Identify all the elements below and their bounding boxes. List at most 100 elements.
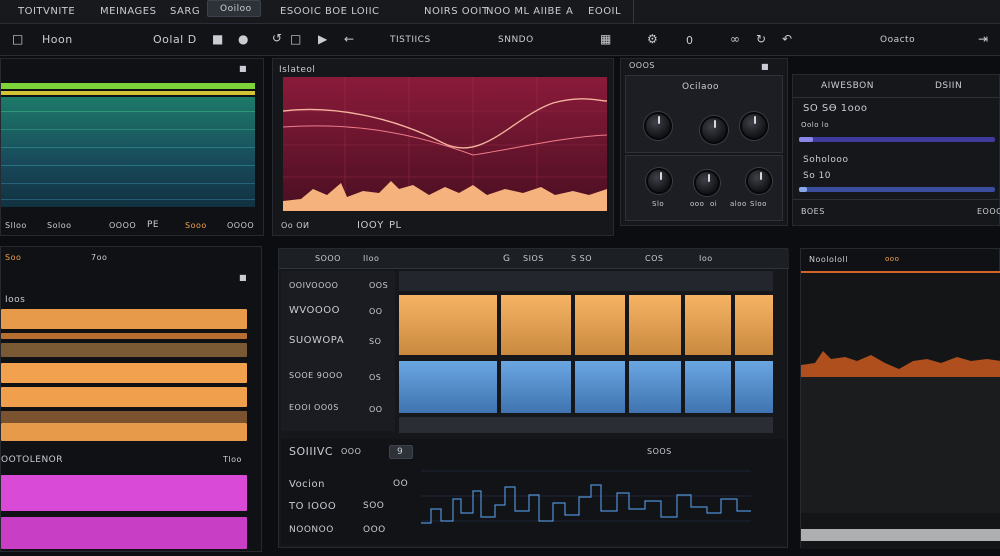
mixer-header-item[interactable]: SIOS — [523, 254, 544, 263]
back-icon[interactable]: ← — [344, 33, 354, 45]
mixer-header-item[interactable]: Ioo — [699, 254, 713, 263]
track-label[interactable]: OOIVOOOO — [289, 281, 338, 290]
track-value: SO — [369, 337, 382, 346]
stop-icon[interactable]: ■ — [212, 33, 223, 45]
spectrum-line — [1, 147, 255, 148]
track-label[interactable]: WVOOOO — [289, 305, 340, 316]
param-slider[interactable] — [799, 137, 995, 142]
clip-separator — [571, 295, 575, 415]
waveform-footer-mid: IOOΥ — [357, 220, 384, 231]
knobs-header: OOOS — [629, 61, 655, 70]
knobs-group-top: Ocilaoo — [625, 75, 783, 153]
knob-label: Sloo — [750, 200, 767, 208]
waveform-footer-right: PL — [389, 220, 402, 231]
record-icon[interactable]: ● — [238, 33, 248, 45]
lower-tag-label: 9 — [397, 447, 404, 457]
panel-menu-icon[interactable]: ■ — [761, 61, 769, 73]
track-value: OO — [369, 307, 383, 316]
menu-item-a[interactable]: A — [566, 6, 573, 17]
knob-2[interactable] — [700, 116, 728, 144]
menu-item-edit[interactable]: ESOOIC BOE LOIIC — [280, 6, 380, 17]
menu-item-help[interactable]: EOOIL — [588, 6, 621, 17]
param-slider[interactable] — [799, 187, 995, 192]
redo-icon[interactable]: ↻ — [756, 33, 766, 45]
param-label: SO SӨ 1ooo — [803, 103, 868, 114]
knob-1[interactable] — [644, 112, 672, 140]
exit-icon[interactable]: ⇥ — [978, 33, 988, 45]
mixer-header-item[interactable]: COS — [645, 254, 663, 263]
mixer-track-list: OOIVOOOO OOS WVOOOO OO SUOWOPA SO SOOE 9… — [281, 271, 395, 431]
spectrum-line — [1, 111, 255, 112]
meter-panel: Soo 7oo ■ Ioos OOTOLENOR Tloo — [0, 246, 262, 552]
param-slider-fill — [799, 137, 813, 142]
track-label[interactable]: SUOWOPA — [289, 335, 344, 346]
track-label[interactable]: SOOE 9OOO — [289, 371, 343, 380]
display-label[interactable]: Oolal D — [153, 33, 197, 46]
knob-3[interactable] — [740, 112, 768, 140]
analyzer-graph — [801, 273, 1000, 549]
knobs-title: Ocilaoo — [682, 82, 720, 92]
lower-bar-line — [421, 484, 751, 524]
lower-row-label: TO IOOO — [289, 501, 337, 512]
clip-separator — [731, 295, 735, 415]
spectrum-line — [1, 183, 255, 184]
knob-label: Slo — [652, 200, 665, 208]
settings-icon[interactable]: ⚙ — [647, 33, 658, 45]
spectrum-footer-label: OOOO — [109, 221, 137, 230]
spectrum-panel: ■ Slloo Soloo OOOO PE Sooo OOOO — [0, 58, 264, 236]
panel-menu-icon[interactable]: ■ — [239, 63, 247, 75]
lower-row-value: SOO — [363, 501, 385, 511]
home-label[interactable]: Hoon — [42, 33, 73, 46]
lower-tag[interactable]: 9 — [389, 445, 413, 459]
meter-menu-icon[interactable]: ■ — [239, 273, 247, 282]
menu-item-tools[interactable]: NOO ML AIIBE — [486, 6, 562, 17]
menu-item-messages[interactable]: MEINAGES — [100, 6, 156, 17]
section-label[interactable]: TISTIICS — [390, 35, 431, 45]
grid-icon[interactable]: ▦ — [600, 33, 611, 45]
count-label: 0 — [686, 34, 694, 47]
mode-label[interactable]: SNNDO — [498, 35, 534, 45]
spectrum-band-green — [1, 83, 255, 89]
spectrum-footer-label: PE — [147, 220, 160, 230]
mixer-header-item[interactable]: G — [503, 254, 510, 264]
knob-6[interactable] — [746, 168, 772, 194]
mixer-header-item[interactable]: Iloo — [363, 254, 379, 263]
spectrum-footer-label: Sooo — [185, 221, 207, 230]
params-header: AIWESBON — [821, 81, 874, 91]
toolbar: □ Hoon Oolal D ■ ● ↺ □ ▶ ← TISTIICS SNND… — [0, 24, 1000, 56]
knob-label: aloo — [730, 200, 747, 208]
loop-icon[interactable]: ↺ — [272, 32, 282, 44]
square-icon[interactable]: □ — [290, 33, 301, 45]
mixer-header-item[interactable]: S SO — [571, 254, 592, 263]
spectrum-line — [1, 199, 255, 200]
clip-footer — [399, 417, 773, 433]
divider — [793, 97, 999, 98]
meter-bar — [1, 387, 247, 407]
lower-row-value: OOO — [363, 525, 386, 535]
knob-label: ooo — [690, 200, 705, 208]
meter-bar — [1, 363, 247, 383]
mixer-header-item[interactable]: SOOO — [315, 254, 341, 263]
meter-bar — [1, 309, 247, 329]
reload-icon[interactable]: ↶ — [782, 33, 792, 45]
meter-bar — [1, 423, 247, 441]
params-header-right: DSIIN — [935, 81, 963, 91]
knob-5[interactable] — [694, 170, 720, 196]
play-icon[interactable]: ▶ — [318, 33, 327, 45]
clip-row-blue[interactable] — [399, 361, 773, 413]
window-icon[interactable]: □ — [12, 33, 23, 45]
analyzer-header-right: ooo — [885, 255, 900, 263]
menu-item-file[interactable]: TOITVNITE — [18, 6, 75, 17]
knob-4[interactable] — [646, 168, 672, 194]
menu-item-view[interactable]: NOIRS OOIT — [424, 6, 489, 17]
track-label[interactable]: EOOI OO0S — [289, 403, 339, 412]
menu-item-sarg[interactable]: SARG — [170, 6, 200, 17]
knob-label: oi — [710, 200, 718, 208]
param-label: Soholooo — [803, 155, 849, 165]
waveform-panel: Islateol Oo OИ IOOΥ PL — [272, 58, 614, 236]
meter-bar — [1, 411, 247, 423]
clip-row-orange[interactable] — [399, 295, 773, 355]
menu-item-selected[interactable]: Ooiloo — [207, 0, 261, 17]
link-icon[interactable]: ∞ — [730, 33, 740, 45]
analyzer-panel: Noolololl ooo — [800, 248, 1000, 549]
